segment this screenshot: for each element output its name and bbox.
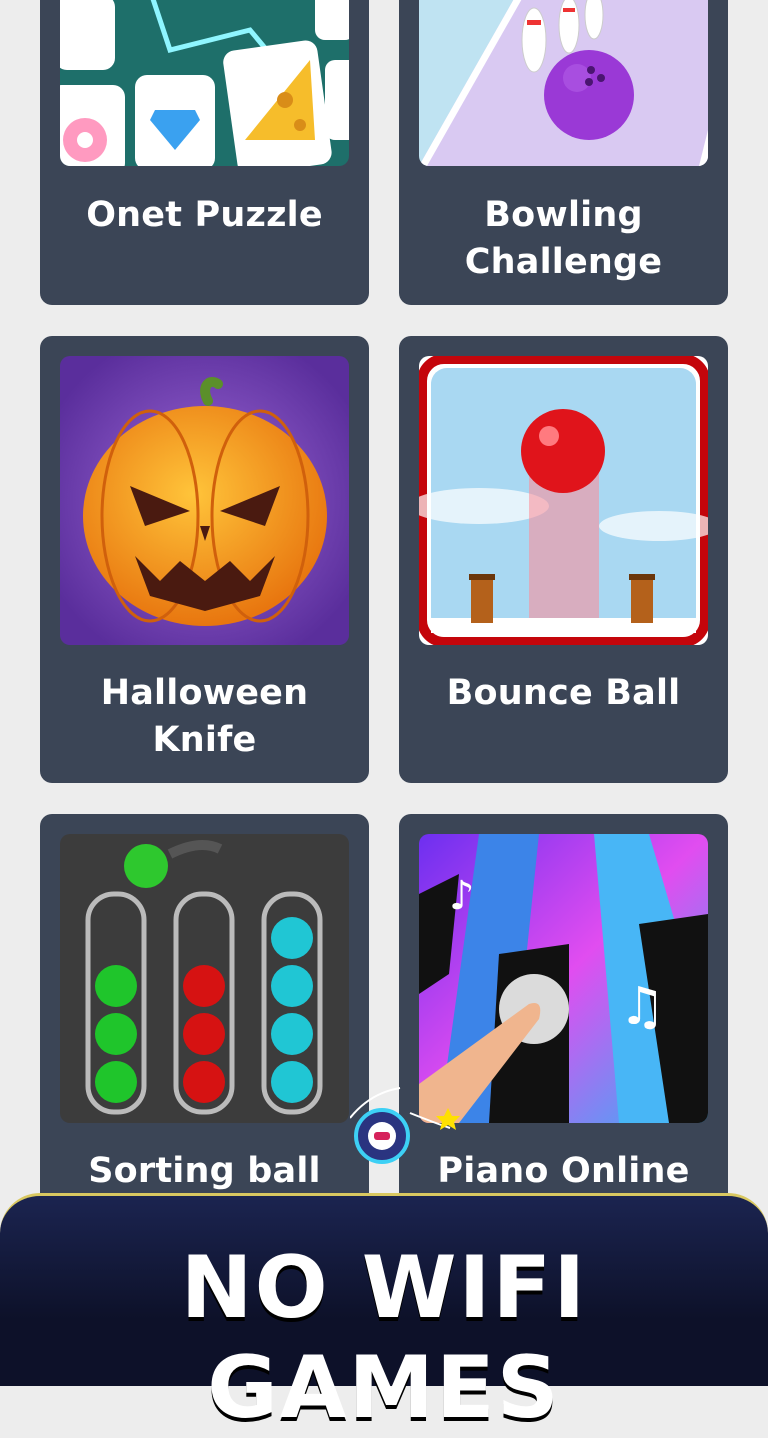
svg-text:♫: ♫ [619, 977, 666, 1037]
onet-puzzle-thumbnail [60, 0, 349, 166]
game-title: Sorting ball [88, 1151, 321, 1191]
bowling-challenge-thumbnail [419, 0, 708, 166]
bounce-ball-thumbnail [419, 356, 708, 645]
game-title: Onet Puzzle [86, 195, 323, 235]
game-card-sorting-ball[interactable]: Sorting ball [40, 814, 369, 1214]
gamepad-mascot-icon [316, 1078, 470, 1168]
sorting-ball-thumbnail [60, 834, 349, 1123]
halloween-knife-thumbnail [60, 356, 349, 645]
game-title: Bounce Ball [446, 673, 681, 713]
game-card-onet-puzzle[interactable]: Onet Puzzle [40, 0, 369, 305]
game-title: Bowling Challenge [464, 195, 663, 282]
game-card-halloween-knife[interactable]: Halloween Knife [40, 336, 369, 783]
svg-text:♪: ♪ [449, 873, 475, 919]
game-card-bowling-challenge[interactable]: Bowling Challenge [399, 0, 728, 305]
banner-title: NO WIFI GAMES [180, 1238, 588, 1438]
game-title: Halloween Knife [100, 673, 309, 760]
game-card-bounce-ball[interactable]: Bounce Ball [399, 336, 728, 783]
